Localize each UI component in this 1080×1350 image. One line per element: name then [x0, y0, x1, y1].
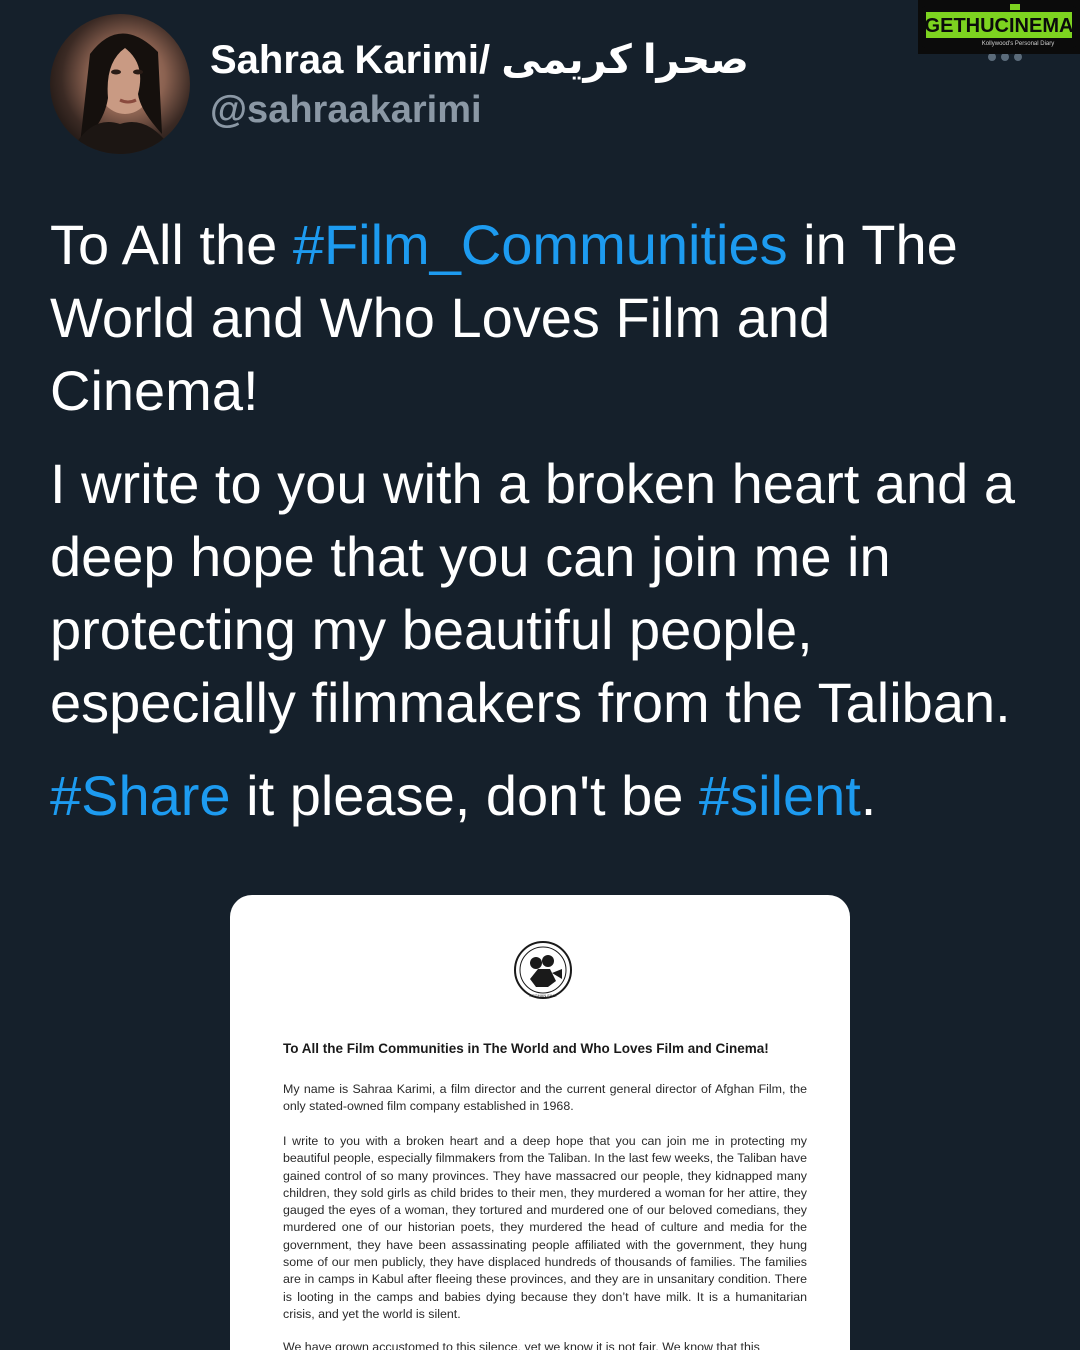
author-handle[interactable]: @sahraakarimi — [210, 88, 482, 132]
letter-paragraph: I write to you with a broken heart and a… — [283, 1134, 807, 1321]
tweet-text: To All the #Film_Communities in The Worl… — [50, 208, 1040, 852]
hashtag-link[interactable]: #Film_Communities — [293, 213, 788, 276]
tweet-text-segment: I write to you with a broken heart and a… — [50, 452, 1015, 734]
letter-paragraph: We have grown accustomed to this silence… — [283, 1340, 760, 1350]
tweet-screenshot: Sahraa Karimi/ صحرا کریمی @sahraakarimi … — [0, 0, 1080, 1350]
author-display-name[interactable]: Sahraa Karimi/ صحرا کریمی — [210, 36, 749, 84]
afghan-film-logo-icon: AFGHAN FILM — [514, 941, 572, 999]
tweet-paragraph: To All the #Film_Communities in The Worl… — [50, 208, 1040, 427]
tweet-text-segment: it please, don't be — [230, 764, 699, 827]
svg-text:GETHUCINEMA: GETHUCINEMA — [925, 15, 1074, 37]
tweet-text-segment: . — [860, 764, 877, 827]
hashtag-link[interactable]: #Share — [50, 764, 231, 827]
tweet-text-segment: To All the — [50, 213, 293, 276]
hashtag-link[interactable]: #silent — [699, 764, 861, 827]
logo-caption: AFGHAN FILM — [530, 993, 557, 998]
letter-title: To All the Film Communities in The World… — [283, 1041, 769, 1056]
tweet-paragraph: #Share it please, don't be #silent. — [50, 759, 1040, 832]
letter-paragraph: My name is Sahraa Karimi, a film directo… — [283, 1082, 807, 1114]
avatar-portrait-image — [70, 33, 175, 154]
attached-letter-image[interactable]: AFGHAN FILM To All the Film Communities … — [230, 895, 850, 1350]
avatar[interactable] — [50, 14, 190, 154]
tweet-paragraph: I write to you with a broken heart and a… — [50, 447, 1040, 739]
gethucinema-logo: GETHUCINEMA Kollywood's Personal Diary — [922, 4, 1076, 48]
svg-text:Kollywood's Personal Diary: Kollywood's Personal Diary — [982, 41, 1055, 47]
gethucinema-watermark: GETHUCINEMA Kollywood's Personal Diary — [918, 0, 1080, 54]
